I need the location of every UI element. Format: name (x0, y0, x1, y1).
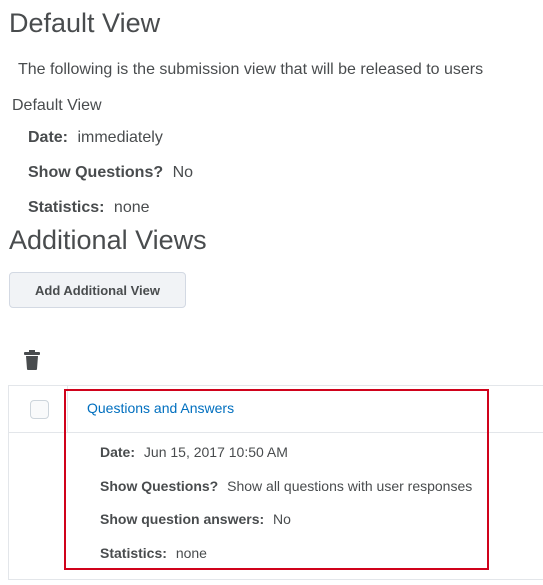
default-view-description: The following is the submission view tha… (18, 61, 484, 78)
view-date-label: Date: (100, 444, 136, 460)
date-value: immediately (77, 129, 163, 146)
view-date-value: Jun 15, 2017 10:50 AM (143, 444, 288, 460)
select-row-checkbox[interactable] (30, 400, 49, 419)
additional-views-heading: Additional Views (9, 225, 207, 255)
default-date-row: Date: immediately (28, 129, 163, 147)
questions-and-answers-link[interactable]: Questions and Answers (87, 400, 234, 416)
view-show-questions-value: Show all questions with user responses (227, 478, 473, 494)
view-show-questions-row: Show Questions? Show all questions with … (100, 478, 472, 494)
view-show-answers-row: Show question answers: No (100, 511, 291, 527)
default-show-questions-row: Show Questions? No (28, 164, 193, 182)
view-statistics-row: Statistics: none (100, 545, 207, 561)
show-questions-value: No (172, 164, 194, 181)
statistics-value: none (113, 199, 150, 216)
view-show-answers-value: No (273, 511, 291, 527)
date-label: Date: (28, 129, 69, 146)
view-statistics-value: none (175, 545, 207, 561)
statistics-label: Statistics: (28, 199, 105, 216)
view-date-row: Date: Jun 15, 2017 10:50 AM (100, 444, 288, 460)
view-show-answers-label: Show question answers: (100, 511, 265, 527)
default-statistics-row: Statistics: none (28, 199, 150, 217)
default-view-link[interactable]: Default View (12, 97, 102, 115)
default-view-heading: Default View (9, 8, 161, 38)
view-statistics-label: Statistics: (100, 545, 167, 561)
view-show-questions-label: Show Questions? (100, 478, 219, 494)
show-questions-label: Show Questions? (28, 164, 164, 181)
column-divider (67, 386, 68, 432)
add-additional-view-button[interactable]: Add Additional View (9, 272, 186, 308)
trash-icon[interactable] (24, 350, 40, 370)
